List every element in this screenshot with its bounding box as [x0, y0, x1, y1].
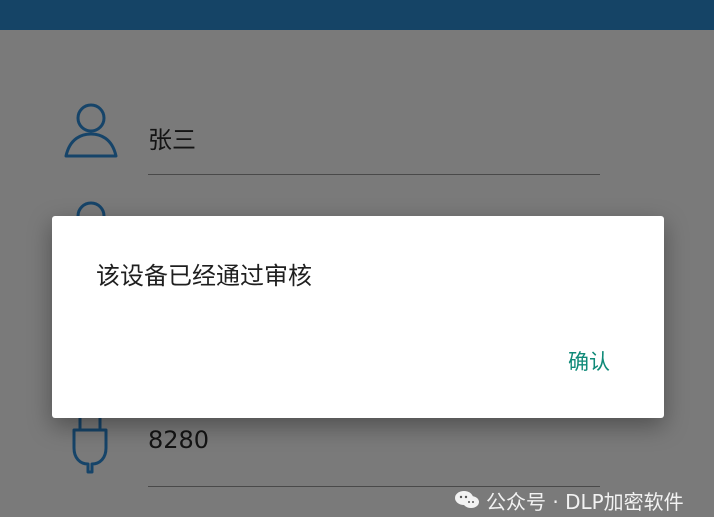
app-screen: 张三 8280 该设备已经通过审核 确认 公众 — [0, 0, 714, 517]
approval-dialog: 该设备已经通过审核 确认 — [52, 216, 664, 418]
dialog-message: 该设备已经通过审核 — [96, 262, 312, 290]
confirm-button[interactable]: 确认 — [568, 346, 610, 376]
wechat-icon — [455, 491, 479, 508]
watermark-text: 公众号 · DLP加密软件 — [486, 489, 684, 514]
watermark: 公众号 · DLP加密软件 — [454, 485, 714, 515]
